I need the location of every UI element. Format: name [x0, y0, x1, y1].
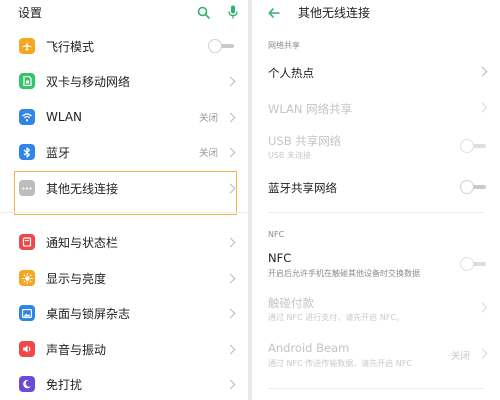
- moon-icon: [19, 376, 35, 392]
- bluetooth-share-toggle[interactable]: [460, 180, 486, 194]
- bluetooth-status: 关闭: [198, 148, 218, 159]
- chevron-right-icon: [477, 66, 488, 77]
- settings-header: 设置: [0, 0, 248, 24]
- settings-item-label: 飞行模式: [46, 39, 95, 54]
- settings-item-sound[interactable]: 声音与振动: [0, 337, 248, 361]
- android-beam-status: 关闭: [450, 351, 470, 362]
- bluetooth-share-label: 蓝牙共享网络: [268, 181, 337, 195]
- wlan-share-item[interactable]: WLAN 网络共享: [252, 96, 500, 120]
- speaker-icon: [19, 341, 35, 357]
- usb-share-label: USB 共享网络: [268, 134, 342, 148]
- settings-item-airplane-mode[interactable]: 飞行模式: [0, 34, 248, 58]
- settings-item-label: 显示与亮度: [46, 271, 107, 286]
- brightness-icon: [19, 270, 35, 286]
- settings-item-label: 蓝牙: [46, 145, 71, 160]
- settings-item-notifications[interactable]: 通知与状态栏: [0, 230, 248, 254]
- chevron-right-icon: [225, 344, 236, 354]
- page-title: 设置: [18, 5, 43, 20]
- microphone-icon[interactable]: [228, 5, 238, 19]
- chevron-right-icon: [225, 112, 236, 122]
- settings-item-label: 声音与振动: [46, 342, 107, 357]
- chevron-right-icon: [477, 348, 488, 359]
- settings-item-label: 双卡与移动网络: [46, 74, 131, 89]
- hotspot-item[interactable]: 个人热点: [252, 60, 500, 84]
- settings-item-do-not-disturb[interactable]: 免打扰: [0, 372, 248, 396]
- settings-item-dual-sim[interactable]: 双卡与移动网络: [0, 69, 248, 93]
- nfc-item[interactable]: NFC 开启后允许手机在触碰其他设备时交换数据: [252, 248, 500, 280]
- usb-share-status: USB 未连接: [268, 151, 311, 160]
- settings-item-wlan[interactable]: WLAN 关闭: [0, 105, 248, 129]
- bluetooth-share-item[interactable]: 蓝牙共享网络: [252, 175, 500, 199]
- wallpaper-icon: [19, 305, 35, 321]
- page-title: 其他无线连接: [298, 5, 371, 20]
- chevron-right-icon: [477, 102, 488, 113]
- settings-item-bluetooth[interactable]: 蓝牙 关闭: [0, 140, 248, 164]
- wlan-share-label: WLAN 网络共享: [268, 102, 353, 116]
- touch-pay-item[interactable]: 触碰付款 通过 NFC 进行支付，请先开启 NFC。: [252, 292, 500, 324]
- touch-pay-description: 通过 NFC 进行支付，请先开启 NFC。: [268, 313, 404, 322]
- nfc-description: 开启后允许手机在触碰其他设备时交换数据: [268, 269, 420, 278]
- settings-item-display[interactable]: 显示与亮度: [0, 266, 248, 290]
- android-beam-item[interactable]: Android Beam 通过 NFC 传送传输数据，请先开启 NFC 关闭: [252, 338, 500, 370]
- touch-pay-label: 触碰付款: [268, 296, 314, 310]
- settings-item-wallpaper[interactable]: 桌面与锁屏杂志: [0, 301, 248, 325]
- screen: 设置 飞行模式 双卡与移动网络 WLAN 关闭 蓝牙 关闭 其他无线连接 通知与…: [0, 0, 500, 400]
- hotspot-label: 个人热点: [268, 66, 314, 80]
- bluetooth-icon: [19, 144, 35, 160]
- wifi-icon: [19, 109, 35, 125]
- usb-share-toggle[interactable]: [460, 139, 486, 153]
- airplane-mode-toggle[interactable]: [208, 39, 234, 53]
- chevron-right-icon: [225, 76, 236, 86]
- settings-item-label: 桌面与锁屏杂志: [46, 306, 131, 321]
- notification-icon: [19, 234, 35, 250]
- selection-highlight: [14, 171, 237, 215]
- nfc-toggle[interactable]: [460, 257, 486, 271]
- airplane-icon: [19, 38, 35, 54]
- chevron-right-icon: [225, 308, 236, 318]
- wlan-status: 关闭: [198, 113, 218, 124]
- android-beam-label: Android Beam: [268, 341, 350, 355]
- other-wireless-panel: 其他无线连接 网络共享 个人热点 WLAN 网络共享 USB 共享网络 USB …: [252, 0, 500, 400]
- section-header-network-share: 网络共享: [268, 41, 300, 50]
- settings-item-label: 通知与状态栏: [46, 235, 119, 250]
- chevron-right-icon: [225, 237, 236, 247]
- settings-item-label: 免打扰: [46, 377, 83, 392]
- usb-share-item[interactable]: USB 共享网络 USB 未连接: [252, 130, 500, 162]
- android-beam-description: 通过 NFC 传送传输数据，请先开启 NFC: [268, 359, 412, 368]
- section-header-nfc: NFC: [268, 230, 285, 239]
- back-arrow-icon[interactable]: [268, 3, 280, 22]
- sim-card-icon: [19, 73, 35, 89]
- chevron-right-icon: [477, 302, 488, 313]
- chevron-right-icon: [225, 147, 236, 157]
- settings-item-label: WLAN: [46, 110, 83, 124]
- other-wireless-header: 其他无线连接: [252, 0, 500, 24]
- nfc-label: NFC: [268, 251, 292, 265]
- section-divider: [268, 212, 484, 213]
- group-divider: [0, 212, 248, 213]
- chevron-right-icon: [225, 379, 236, 389]
- settings-panel: 设置 飞行模式 双卡与移动网络 WLAN 关闭 蓝牙 关闭 其他无线连接 通知与…: [0, 0, 248, 400]
- chevron-right-icon: [225, 273, 236, 283]
- search-icon[interactable]: [197, 6, 210, 19]
- section-divider: [268, 388, 484, 389]
